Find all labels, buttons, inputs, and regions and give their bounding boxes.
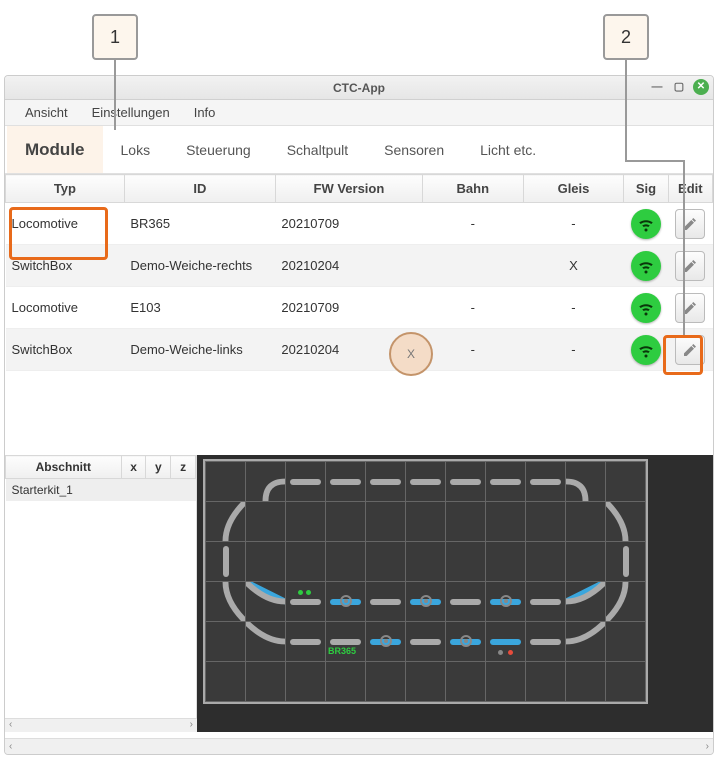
col-abschnitt[interactable]: Abschnitt [6,456,122,479]
cell-id: Demo-Weiche-rechts [124,245,275,287]
cell-edit [668,329,712,371]
minimize-button[interactable]: — [649,79,665,95]
sections-scroll[interactable]: ‹› [5,718,197,732]
section-name: Starterkit_1 [6,479,122,502]
menu-info[interactable]: Info [182,100,228,125]
titlebar: CTC-App — ▢ ✕ [5,76,713,100]
pencil-icon [682,342,698,358]
maximize-button[interactable]: ▢ [671,79,687,95]
tab-module[interactable]: Module [7,126,103,173]
cell-gleis: - [523,287,624,329]
cell-fw: 20210204 [275,245,422,287]
track-canvas[interactable]: BR365 [197,455,713,732]
wifi-icon [631,251,661,281]
cell-edit [668,203,712,245]
track-grid: BR365 [203,459,648,704]
track-label-br365: BR365 [328,646,356,656]
cell-bahn: - [422,287,523,329]
table-row[interactable]: LocomotiveE10320210709-- [6,287,713,329]
cell-typ: SwitchBox [6,245,125,287]
col-fw[interactable]: FW Version [275,175,422,203]
cell-sig [624,245,668,287]
section-z [171,479,196,502]
cell-gleis: - [523,203,624,245]
cell-bahn [422,245,523,287]
callout-1-label: 1 [110,27,120,48]
window-title: CTC-App [333,81,385,95]
sections-pane: Abschnitt x y z Starterkit_1 [5,455,197,732]
wifi-icon [631,335,661,365]
col-bahn[interactable]: Bahn [422,175,523,203]
bottom-scrollbar[interactable]: ‹› [5,738,713,754]
cell-gleis: - [523,329,624,371]
cell-edit [668,287,712,329]
table-row[interactable]: LocomotiveBR36520210709-- [6,203,713,245]
cell-typ: SwitchBox [6,329,125,371]
cell-typ: Locomotive [6,203,125,245]
col-edit[interactable]: Edit [668,175,712,203]
cell-fw: 20210709 [275,203,422,245]
menubar: Ansicht Einstellungen Info [5,100,713,126]
edit-button[interactable] [675,293,705,323]
callout-1: 1 [92,14,138,60]
table-row[interactable]: SwitchBoxDemo-Weiche-links20210204-- [6,329,713,371]
table-row[interactable]: SwitchBoxDemo-Weiche-rechts20210204 X [6,245,713,287]
menu-ansicht[interactable]: Ansicht [13,100,80,125]
section-row[interactable]: Starterkit_1 [6,479,196,502]
section-y [146,479,171,502]
cell-bahn: - [422,203,523,245]
cell-gleis: X [523,245,624,287]
edit-button[interactable] [675,251,705,281]
col-gleis[interactable]: Gleis [523,175,624,203]
lower-section: Abschnitt x y z Starterkit_1 [5,455,713,732]
col-z[interactable]: z [171,456,196,479]
modules-table: Typ ID FW Version Bahn Gleis Sig Edit Lo… [5,174,713,371]
cell-edit [668,245,712,287]
bahn-highlight-x: X [407,347,415,361]
cell-id: Demo-Weiche-links [124,329,275,371]
menu-einstellungen[interactable]: Einstellungen [80,100,182,125]
col-sig[interactable]: Sig [624,175,668,203]
cell-fw: 20210709 [275,287,422,329]
tab-loks[interactable]: Loks [103,126,169,173]
col-id[interactable]: ID [124,175,275,203]
edit-button[interactable] [675,335,705,365]
cell-sig [624,287,668,329]
tabbar: Module Loks Steuerung Schaltpult Sensore… [5,126,713,174]
cell-id: E103 [124,287,275,329]
col-typ[interactable]: Typ [6,175,125,203]
cell-sig [624,329,668,371]
callout-2-label: 2 [621,27,631,48]
close-button[interactable]: ✕ [693,79,709,95]
callout-2: 2 [603,14,649,60]
cell-sig [624,203,668,245]
cell-typ: Locomotive [6,287,125,329]
cell-bahn: - [422,329,523,371]
tab-sensoren[interactable]: Sensoren [366,126,462,173]
tab-licht[interactable]: Licht etc. [462,126,554,173]
section-x [121,479,146,502]
col-y[interactable]: y [146,456,171,479]
tab-schaltpult[interactable]: Schaltpult [269,126,366,173]
col-x[interactable]: x [121,456,146,479]
edit-button[interactable] [675,209,705,239]
wifi-icon [631,209,661,239]
app-window: CTC-App — ▢ ✕ Ansicht Einstellungen Info… [4,75,714,755]
bahn-highlight-badge: X [389,332,433,376]
cell-id: BR365 [124,203,275,245]
tab-steuerung[interactable]: Steuerung [168,126,269,173]
wifi-icon [631,293,661,323]
